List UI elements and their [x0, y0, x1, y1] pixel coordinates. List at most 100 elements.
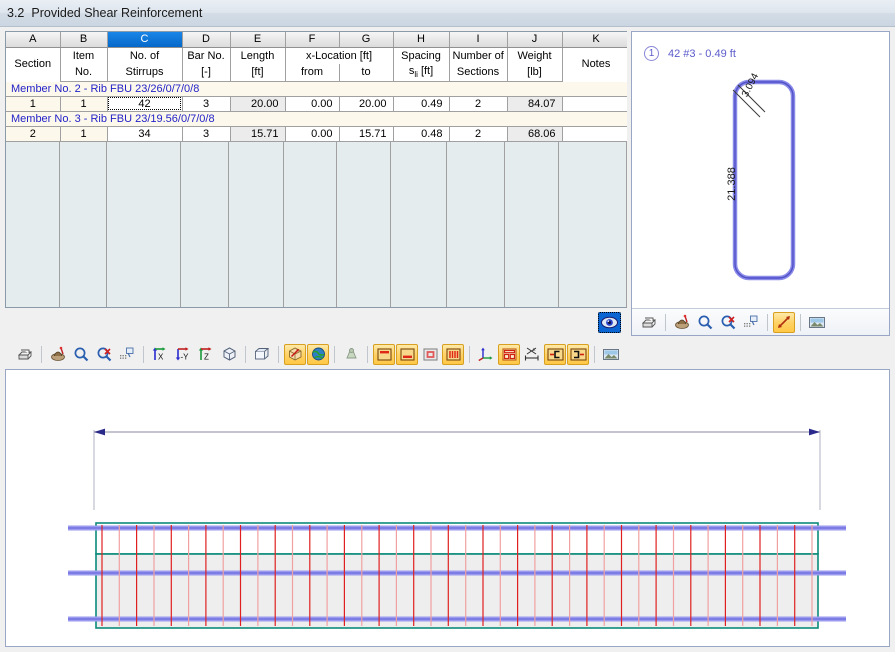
empty-table-area[interactable]: [6, 142, 627, 308]
cell-x-from[interactable]: 0.00: [285, 126, 339, 141]
member-group-row: Member No. 3 - Rib FBU 23/19.56/0/7/0/8: [6, 111, 627, 126]
view-x-button[interactable]: X: [149, 344, 171, 365]
cell-section[interactable]: 2: [6, 126, 60, 141]
member-group-row: Member No. 2 - Rib FBU 23/26/0/7/0/8: [6, 81, 627, 96]
cell-x-to[interactable]: 15.71: [339, 126, 393, 141]
cell-item-no[interactable]: 1: [60, 126, 107, 141]
zoom-window-button[interactable]: [740, 312, 762, 333]
empty-column[interactable]: [107, 142, 182, 308]
header-barno-1: Bar No.: [182, 47, 230, 64]
svg-text:X: X: [158, 353, 164, 362]
column-header-J[interactable]: J: [507, 32, 562, 47]
cell-notes[interactable]: [562, 126, 627, 141]
column-header-I[interactable]: I: [449, 32, 507, 47]
cell-bar-no[interactable]: 3: [182, 96, 230, 111]
print-preview-button[interactable]: [806, 312, 828, 333]
cell-number-of-sections[interactable]: 2: [449, 126, 507, 141]
toolbar-separator: [143, 346, 144, 363]
toolbar-separator: [245, 346, 246, 363]
header-length-1: Length: [230, 47, 285, 64]
data-table-container[interactable]: ABCDEFGHIJKSectionItemNo. ofBar No.Lengt…: [5, 31, 627, 308]
render-button[interactable]: [47, 344, 69, 365]
show-dimensions-button[interactable]: [773, 312, 795, 333]
print-button[interactable]: [638, 312, 660, 333]
cell-number-of-sections[interactable]: 2: [449, 96, 507, 111]
cross-section-legend: 1 42 #3 - 0.49 ft: [644, 46, 736, 61]
view-mode-button[interactable]: [598, 312, 621, 333]
page-title: Provided Shear Reinforcement: [31, 6, 202, 20]
empty-column[interactable]: [284, 142, 338, 308]
view-isometric-button[interactable]: [218, 344, 240, 365]
view-z-button[interactable]: Z: [195, 344, 217, 365]
empty-column[interactable]: [181, 142, 229, 308]
cross-section-canvas[interactable]: 1 42 #3 - 0.49 ft 21.388 6.388 3.094: [632, 32, 889, 308]
empty-column[interactable]: [447, 142, 505, 308]
perspective-button[interactable]: [251, 344, 273, 365]
view-y-button[interactable]: -Y: [172, 344, 194, 365]
zoom-window-button[interactable]: [116, 344, 138, 365]
toolbar-separator: [469, 346, 470, 363]
light-button[interactable]: [340, 344, 362, 365]
rebar-left-button[interactable]: [544, 344, 566, 365]
cell-weight[interactable]: 84.07: [507, 96, 562, 111]
column-header-C[interactable]: C: [107, 32, 182, 47]
column-header-F[interactable]: F: [285, 32, 339, 47]
rotate-globe-button[interactable]: [307, 344, 329, 365]
render-button[interactable]: [671, 312, 693, 333]
header-barno-2: [-]: [182, 64, 230, 81]
cell-length[interactable]: 15.71: [230, 126, 285, 141]
cell-no-of-stirrups[interactable]: 34: [107, 126, 182, 141]
toolbar-separator: [800, 314, 801, 331]
empty-column[interactable]: [60, 142, 107, 308]
cell-length[interactable]: 20.00: [230, 96, 285, 111]
column-header-E[interactable]: E: [230, 32, 285, 47]
section-center-button[interactable]: [419, 344, 441, 365]
print-preview-button[interactable]: [600, 344, 622, 365]
cell-no-of-stirrups[interactable]: 42: [107, 96, 182, 111]
empty-column[interactable]: [229, 142, 284, 308]
section-bottom-button[interactable]: [396, 344, 418, 365]
shear-reinforcement-table[interactable]: ABCDEFGHIJKSectionItemNo. ofBar No.Lengt…: [6, 32, 627, 142]
header-xto: to: [339, 64, 393, 81]
empty-column[interactable]: [559, 142, 627, 308]
column-header-B[interactable]: B: [60, 32, 107, 47]
column-header-G[interactable]: G: [339, 32, 393, 47]
cell-x-to[interactable]: 20.00: [339, 96, 393, 111]
zoom-in-button[interactable]: [70, 344, 92, 365]
header-weight-1: Weight: [507, 47, 562, 64]
cross-section-toolbar: [632, 308, 889, 335]
dimension-button[interactable]: x: [521, 344, 543, 365]
axis-system-button[interactable]: [475, 344, 497, 365]
cell-item-no[interactable]: 1: [60, 96, 107, 111]
beam-elevation-canvas[interactable]: 1 42 #3 - 0.49 ft: [5, 369, 890, 647]
dimension-height: 21.388: [726, 167, 738, 201]
rebar-right-button[interactable]: [567, 344, 589, 365]
column-header-H[interactable]: H: [393, 32, 449, 47]
main-view-toolbar: X -Y Z: [5, 339, 890, 369]
column-header-A[interactable]: A: [6, 32, 60, 47]
column-header-K[interactable]: K: [562, 32, 627, 47]
column-header-D[interactable]: D: [182, 32, 230, 47]
empty-column[interactable]: [505, 142, 560, 308]
edit-solid-button[interactable]: [284, 344, 306, 365]
table-view-button[interactable]: [498, 344, 520, 365]
cell-notes[interactable]: [562, 96, 627, 111]
cell-bar-no[interactable]: 3: [182, 126, 230, 141]
header-sections-2: Sections: [449, 64, 507, 81]
empty-column[interactable]: [6, 142, 60, 308]
zoom-in-button[interactable]: [694, 312, 716, 333]
cell-section[interactable]: 1: [6, 96, 60, 111]
header-spacing-1: Spacing: [393, 47, 449, 64]
cell-spacing[interactable]: 0.48: [393, 126, 449, 141]
cell-spacing[interactable]: 0.49: [393, 96, 449, 111]
empty-column[interactable]: [391, 142, 447, 308]
section-top-button[interactable]: [373, 344, 395, 365]
print-button[interactable]: [14, 344, 36, 365]
zoom-reset-button[interactable]: [93, 344, 115, 365]
toolbar-separator: [594, 346, 595, 363]
cell-weight[interactable]: 68.06: [507, 126, 562, 141]
stirrups-button[interactable]: [442, 344, 464, 365]
cell-x-from[interactable]: 0.00: [285, 96, 339, 111]
zoom-reset-button[interactable]: [717, 312, 739, 333]
empty-column[interactable]: [337, 142, 391, 308]
